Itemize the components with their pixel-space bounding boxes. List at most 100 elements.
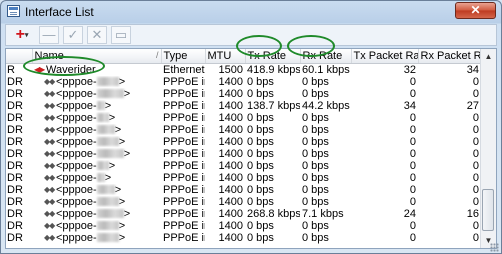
scrollbar-thumb[interactable] <box>482 189 494 231</box>
row-tx-packet-rate: 0 <box>409 160 416 172</box>
enable-button[interactable]: ✓ <box>63 26 83 44</box>
row-name-end: > <box>114 184 122 196</box>
comment-icon: ▭ <box>114 27 128 42</box>
redacted-block <box>96 197 119 206</box>
table-row[interactable]: DR ◆◆<pppoe-> PPPoE in 1400 0 bps 0 bps … <box>6 88 481 100</box>
remove-button[interactable]: — <box>39 26 59 44</box>
table-row[interactable]: DR ◆◆<pppoe-> PPPoE in 1400 0 bps 0 bps … <box>6 76 481 88</box>
row-tx-rate: 0 bps <box>247 88 274 100</box>
pppoe-icon: ◆◆ <box>44 137 55 146</box>
row-name-text: <pppoe- <box>56 100 97 112</box>
row-tx-rate: 0 bps <box>247 160 274 172</box>
table-row[interactable]: DR ◆◆<pppoe-> PPPoE in 1400 0 bps 0 bps … <box>6 112 481 124</box>
table-row[interactable]: DR ◆◆<pppoe-> PPPoE in 1400 0 bps 0 bps … <box>6 184 481 196</box>
row-tx-packet-rate: 0 <box>409 148 416 160</box>
row-name-end: > <box>108 112 116 124</box>
row-rx-rate: 0 bps <box>302 76 329 88</box>
row-flags: DR <box>7 76 23 88</box>
table-row[interactable]: DR ◆◆<pppoe-> PPPoE in 1400 0 bps 0 bps … <box>6 232 481 244</box>
row-tx-rate: 0 bps <box>247 172 274 184</box>
window-title: Interface List <box>25 5 94 19</box>
toolbar: +▾ — ✓ ✕ ▭ <box>5 24 497 46</box>
row-name-text: <pppoe- <box>56 172 97 184</box>
row-rx-rate: 0 bps <box>302 184 329 196</box>
row-rx-packet-rate: 16 <box>466 208 479 220</box>
table-row[interactable]: DR ◆◆<pppoe- > PPPoE in 1400 138.7 kbps 4… <box>6 100 481 112</box>
row-tx-packet-rate: 0 <box>409 172 416 184</box>
row-name: ◆◆ <pppoe- > <box>32 196 161 208</box>
table-row[interactable]: DR ◆◆<pppoe-> PPPoE in 1400 0 bps 0 bps … <box>6 220 481 232</box>
row-mtu: 1400 <box>218 100 243 112</box>
row-name: ◀▶ Waverider <box>32 64 161 76</box>
row-name-text: <pppoe- <box>56 76 97 88</box>
row-tx-rate: 0 bps <box>247 76 274 88</box>
col-header-flags[interactable] <box>6 49 33 64</box>
row-mtu: 1500 <box>218 64 243 76</box>
table-row[interactable]: DR ◆◆<pppoe-> PPPoE in 1400 0 bps 0 bps … <box>6 196 481 208</box>
comment-button[interactable]: ▭ <box>111 26 131 44</box>
pppoe-icon: ◆◆ <box>44 125 55 134</box>
row-tx-packet-rate: 32 <box>403 64 416 76</box>
table-row[interactable]: DR ◆◆<pppoe-> PPPoE in 1400 0 bps 0 bps … <box>6 172 481 184</box>
table-row[interactable]: R ◀▶ Waverider Ethernet 1500 418.9 kbps 6… <box>6 64 481 76</box>
scroll-up-arrow-icon[interactable]: ▲ <box>481 49 496 64</box>
title-bar[interactable]: Interface List ✕ <box>1 1 501 23</box>
sort-icon: / <box>155 50 159 60</box>
resize-grip[interactable] <box>490 243 499 252</box>
row-rx-packet-rate: 0 <box>472 124 479 136</box>
col-header-mtu[interactable]: MTU <box>205 49 246 64</box>
pppoe-icon: ◆◆ <box>44 101 55 110</box>
redacted-block <box>96 221 119 230</box>
row-name-text: <pppoe- <box>56 208 97 220</box>
row-tx-packet-rate: 24 <box>403 208 416 220</box>
table-row[interactable]: DR ◆◆<pppoe-> PPPoE in 1400 0 bps 0 bps … <box>6 136 481 148</box>
row-name: ◆◆ <pppoe- > <box>32 172 161 184</box>
add-button[interactable]: +▾ <box>9 26 35 44</box>
row-tx-rate: 138.7 kbps <box>247 100 300 112</box>
table-header: Name / Type MTU Tx Rate Rx Rate Tx Packet… <box>6 49 482 64</box>
col-header-tx-rate[interactable]: Tx Rate <box>245 49 301 64</box>
row-tx-packet-rate: 34 <box>403 100 416 112</box>
col-header-rx-packet-rate[interactable]: Rx Packet Rate <box>418 49 482 64</box>
col-header-type[interactable]: Type <box>161 49 206 64</box>
row-rx-rate: 0 bps <box>302 148 329 160</box>
row-name-text: <pppoe- <box>56 220 97 232</box>
col-header-rx-rate[interactable]: Rx Rate <box>300 49 352 64</box>
row-rx-rate: 0 bps <box>302 112 329 124</box>
row-type: PPPoE in <box>163 88 205 100</box>
vertical-scrollbar[interactable]: ▲ ▼ <box>480 49 496 248</box>
row-rx-packet-rate: 0 <box>472 88 479 100</box>
redacted-block <box>96 137 119 146</box>
col-header-tx-packet-rate[interactable]: Tx Packet Rate <box>351 49 419 64</box>
row-tx-packet-rate: 0 <box>409 88 416 100</box>
row-name-text: <pppoe- <box>56 88 97 100</box>
table-row[interactable]: DR ◆◆<pppoe-> PPPoE in 1400 0 bps 0 bps … <box>6 124 481 136</box>
row-name: ◆◆ <pppoe- > <box>32 76 161 88</box>
row-name-end: > <box>123 88 131 100</box>
table-row[interactable]: DR ◆◆<pppoe-> PPPoE in 1400 0 bps 0 bps … <box>6 160 481 172</box>
row-tx-rate: 0 bps <box>247 196 274 208</box>
row-mtu: 1400 <box>218 220 243 232</box>
dropdown-arrow-icon: ▾ <box>24 32 29 39</box>
row-name-end: > <box>108 160 116 172</box>
row-mtu: 1400 <box>218 232 243 244</box>
row-name: ◆◆ <pppoe- > <box>32 160 161 172</box>
table-row[interactable]: DR ◆◆<pppoe- > PPPoE in 1400 268.8 kbps 7… <box>6 208 481 220</box>
check-icon: ✓ <box>67 27 79 42</box>
disable-button[interactable]: ✕ <box>87 26 107 44</box>
row-name-end: > <box>104 172 112 184</box>
row-name-text: <pppoe- <box>56 184 97 196</box>
row-tx-rate: 0 bps <box>247 124 274 136</box>
row-rx-rate: 0 bps <box>302 136 329 148</box>
col-header-name[interactable]: Name / <box>32 49 162 64</box>
pppoe-icon: ◆◆ <box>44 209 55 218</box>
pppoe-icon: ◆◆ <box>44 77 55 86</box>
row-mtu: 1400 <box>218 112 243 124</box>
row-type: Ethernet <box>163 64 205 76</box>
redacted-block <box>96 173 105 182</box>
close-button[interactable]: ✕ <box>455 2 496 19</box>
row-rx-packet-rate: 0 <box>472 136 479 148</box>
row-name-end: > <box>118 220 126 232</box>
row-type: PPPoE in <box>163 160 205 172</box>
table-row[interactable]: DR ◆◆<pppoe-> PPPoE in 1400 0 bps 0 bps … <box>6 148 481 160</box>
